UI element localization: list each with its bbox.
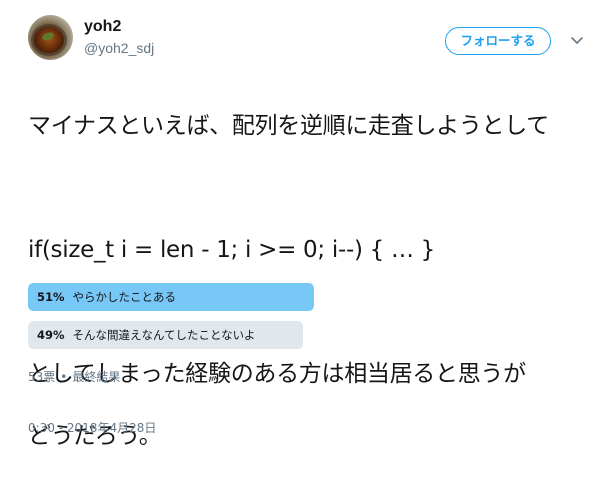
avatar[interactable] [28, 15, 73, 60]
poll-option: 49% そんな間違えなんてしたことないよ [28, 321, 314, 349]
user-name[interactable]: yoh2 [84, 18, 121, 36]
poll-option: 51% やらかしたことある [28, 283, 314, 311]
follow-button[interactable]: フォローする [445, 27, 551, 55]
poll-status: 最終結果 [72, 370, 121, 384]
tweet-card: yoh2 @yoh2_sdj フォローする マイナスといえば、配列を逆順に走査し… [0, 0, 596, 449]
poll-option-label: そんな間違えなんてしたことないよ [72, 328, 256, 342]
poll-votes: 53票 [28, 370, 56, 384]
poll-meta: 53票 • 最終結果 [28, 369, 120, 385]
user-handle[interactable]: @yoh2_sdj [84, 40, 154, 57]
timestamp[interactable]: 0:30 - 2018年4月28日 [28, 420, 156, 436]
tweet-line: マイナスといえば、配列を逆順に走査しようとして [28, 113, 549, 139]
poll-percent: 49% [37, 328, 65, 342]
poll: 51% やらかしたことある 49% そんな間違えなんてしたことないよ [28, 283, 314, 359]
poll-option-text: 49% そんな間違えなんてしたことないよ [37, 321, 255, 349]
poll-separator: • [60, 370, 68, 384]
tweet-line [28, 173, 588, 204]
chevron-down-icon[interactable] [570, 36, 584, 46]
poll-option-label: やらかしたことある [72, 290, 177, 304]
tweet-line: if(size_t i = len - 1; i >= 0; i--) { … … [28, 237, 436, 263]
poll-option-text: 51% やらかしたことある [37, 283, 176, 311]
avatar-bowl-shape [34, 27, 64, 53]
poll-percent: 51% [37, 290, 65, 304]
